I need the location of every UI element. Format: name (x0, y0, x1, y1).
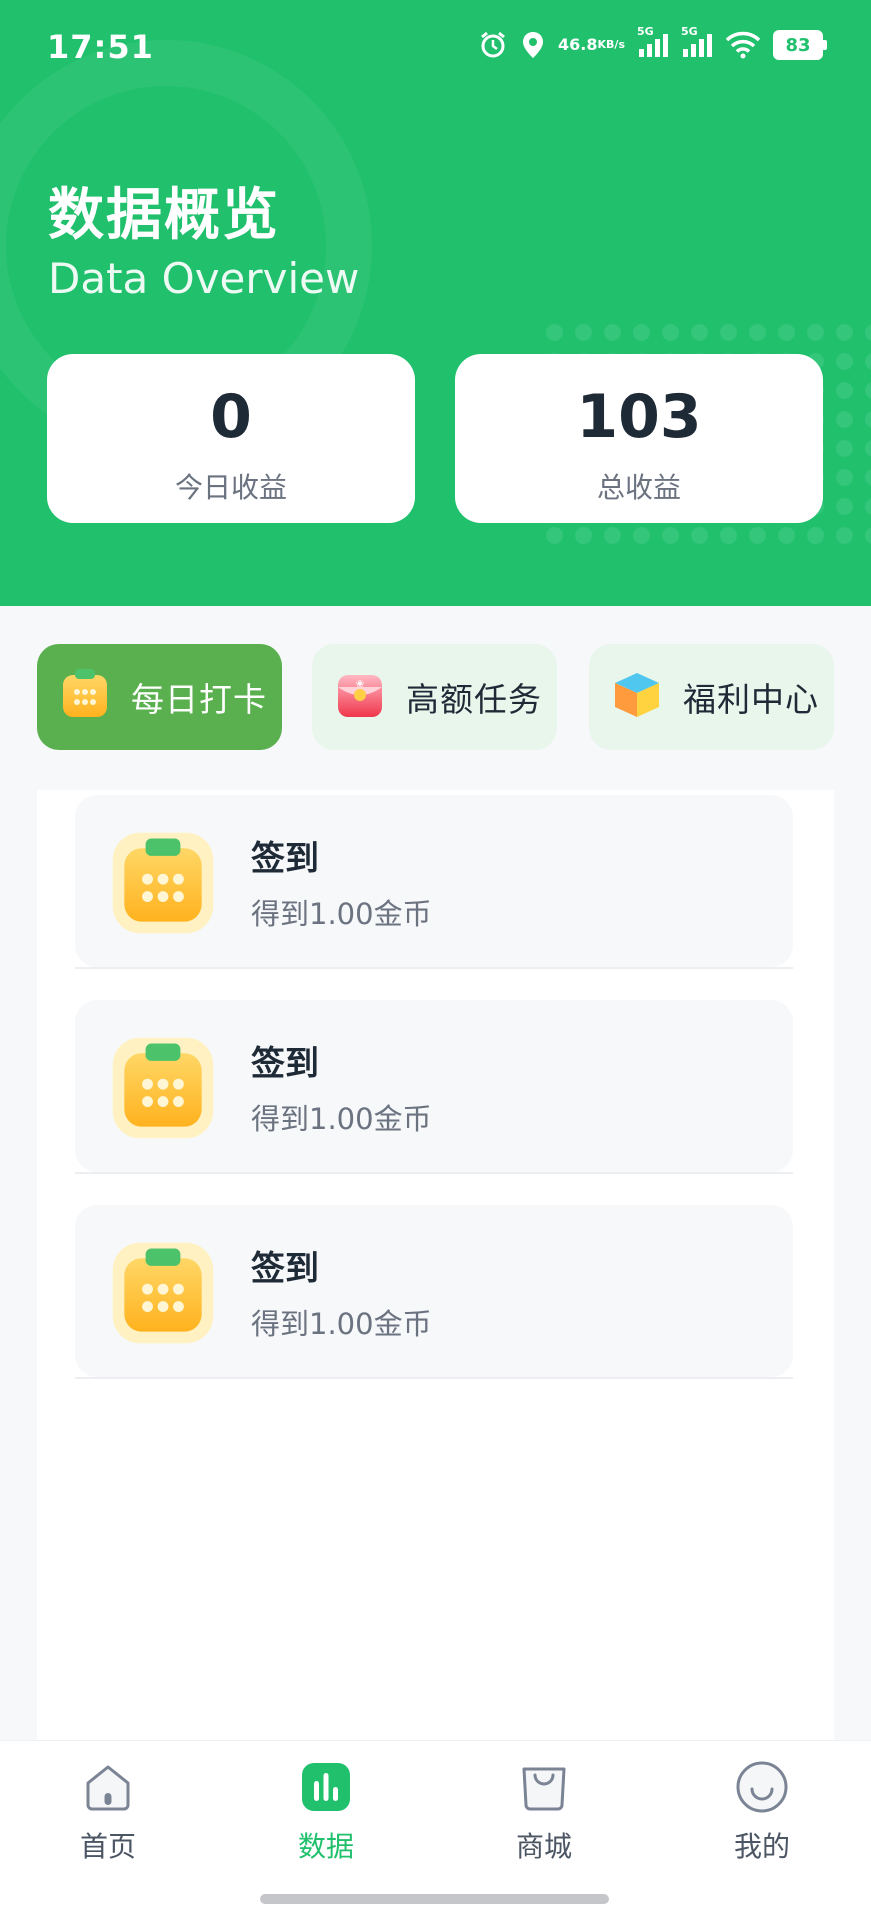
nav-mall[interactable]: 商城 (474, 1759, 614, 1865)
network-speed-value: 46.8 (558, 35, 598, 54)
alarm-icon (478, 30, 508, 60)
battery-icon: 83 (773, 30, 827, 60)
calendar-icon (105, 1030, 221, 1150)
status-bar: 17:51 46.8 KB/s 5G 5G 83 (0, 0, 871, 96)
list-item[interactable]: 签到 得到1.00金币 (75, 795, 793, 969)
calendar-icon (55, 665, 115, 729)
divider (75, 1377, 793, 1379)
nav-label: 数据 (297, 1830, 354, 1863)
nav-home[interactable]: 首页 (38, 1759, 178, 1865)
list-item[interactable]: 签到 得到1.00金币 (75, 1205, 793, 1379)
location-icon (520, 30, 546, 60)
page-title: 数据概览 (48, 183, 280, 248)
signal-icon-1: 5G (637, 25, 669, 59)
nav-label: 商城 (515, 1830, 572, 1863)
item-desc: 得到1.00金币 (251, 1307, 432, 1341)
item-desc: 得到1.00金币 (251, 1102, 432, 1136)
header: 17:51 46.8 KB/s 5G 5G 83 数据概览 Data Overv… (0, 0, 871, 606)
item-title: 签到 (251, 1044, 319, 1084)
today-earnings-label: 今日收益 (174, 471, 287, 504)
tab-label: 高额任务 (406, 680, 542, 719)
red-envelope-icon: ❀ (330, 665, 390, 729)
stat-card-total[interactable]: 103 总收益 (455, 354, 823, 523)
tab-high-value-tasks[interactable]: ❀ 高额任务 (312, 644, 557, 750)
home-indicator (260, 1894, 609, 1904)
nav-data[interactable]: 数据 (256, 1759, 396, 1865)
bar-chart-icon (256, 1759, 396, 1819)
signal-icon-2: 5G (681, 25, 713, 59)
category-tabs: 每日打卡 ❀ 高额任务 福利中心 (37, 644, 834, 752)
home-icon (38, 1759, 178, 1819)
signal-2-label: 5G (681, 25, 698, 38)
shopping-bag-icon (474, 1759, 614, 1819)
network-speed-unit: KB/s (597, 38, 625, 51)
page-subtitle: Data Overview (48, 254, 360, 303)
svg-text:❀: ❀ (356, 679, 364, 690)
today-earnings-value: 0 (210, 382, 252, 452)
cube-icon (607, 665, 667, 729)
list-item[interactable]: 签到 得到1.00金币 (75, 1000, 793, 1174)
tab-label: 福利中心 (683, 680, 819, 719)
calendar-icon (105, 825, 221, 945)
tab-label: 每日打卡 (131, 680, 267, 719)
network-speed: 46.8 KB/s (558, 35, 625, 54)
status-time: 17:51 (47, 28, 154, 66)
nav-label: 我的 (733, 1830, 790, 1863)
total-earnings-value: 103 (576, 382, 702, 452)
divider (75, 967, 793, 969)
status-icons: 46.8 KB/s 5G 5G 83 (478, 25, 827, 60)
total-earnings-label: 总收益 (596, 471, 681, 504)
divider (75, 1172, 793, 1174)
item-title: 签到 (251, 1249, 319, 1289)
smile-icon (692, 1759, 832, 1819)
task-list: 签到 得到1.00金币 签到 得到1.00金币 签到 得到1.00金币 (37, 790, 834, 1740)
stat-card-today[interactable]: 0 今日收益 (47, 354, 415, 523)
item-desc: 得到1.00金币 (251, 897, 432, 931)
tab-welfare-center[interactable]: 福利中心 (589, 644, 834, 750)
item-title: 签到 (251, 839, 319, 879)
nav-label: 首页 (79, 1830, 136, 1863)
calendar-icon (105, 1235, 221, 1355)
tab-daily-checkin[interactable]: 每日打卡 (37, 644, 282, 750)
nav-profile[interactable]: 我的 (692, 1759, 832, 1865)
wifi-icon (725, 31, 761, 59)
signal-1-label: 5G (637, 25, 654, 38)
